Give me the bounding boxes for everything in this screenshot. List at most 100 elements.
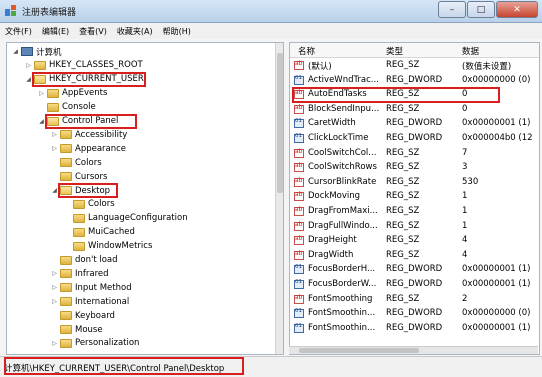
value-row[interactable]: CursorBlinkRate REG_SZ 530 — [290, 176, 539, 190]
tree-node[interactable]: ▷ Accessibility — [50, 128, 127, 141]
expand-arrow-icon[interactable]: ▷ — [50, 340, 59, 347]
binary-value-icon — [294, 118, 304, 129]
menu-file[interactable]: 文件(F) — [0, 26, 37, 37]
tree-node-label: LanguageConfiguration — [88, 213, 188, 224]
string-value-icon — [294, 206, 304, 216]
expand-arrow-icon[interactable]: ▷ — [24, 62, 33, 69]
tree-node[interactable]: Keyboard — [50, 309, 115, 322]
value-row[interactable]: ClickLockTime REG_DWORD 0x000004b0 (12 — [290, 132, 539, 146]
value-row[interactable]: DockMoving REG_SZ 1 — [290, 190, 539, 204]
value-data: 0x00000001 (1) — [462, 264, 531, 275]
value-row[interactable]: CoolSwitchRows REG_SZ 3 — [290, 161, 539, 175]
minimize-button[interactable]: – — [438, 1, 466, 18]
value-data: (数值未设置) — [462, 62, 512, 72]
value-row[interactable]: DragWidth REG_SZ 4 — [290, 249, 539, 263]
tree-vertical-scrollbar[interactable] — [275, 43, 283, 354]
tree-node[interactable]: Cursors — [50, 170, 107, 183]
expand-arrow-icon[interactable]: ▷ — [50, 284, 59, 291]
folder-icon — [60, 311, 72, 321]
tree-node[interactable]: WindowMetrics — [63, 240, 152, 253]
expand-arrow-icon[interactable]: ▷ — [50, 131, 59, 138]
computer-icon — [21, 47, 33, 56]
tree-node[interactable]: Colors — [63, 198, 115, 211]
menu-edit[interactable]: 编辑(E) — [37, 26, 74, 37]
values-scroll-thumb[interactable] — [299, 348, 419, 353]
value-name: DragHeight — [308, 235, 357, 246]
folder-icon — [73, 199, 85, 209]
tree-node[interactable]: don't load — [50, 254, 118, 267]
value-data: 0x00000001 (1) — [462, 279, 531, 289]
value-row[interactable]: (默认) REG_SZ (数值未设置) — [290, 59, 539, 73]
expand-arrow-icon[interactable]: ▷ — [50, 145, 59, 152]
close-button[interactable]: ✕ — [496, 1, 538, 18]
value-row[interactable]: DragFullWindo... REG_SZ 1 — [290, 220, 539, 234]
value-row[interactable]: CaretWidth REG_DWORD 0x00000001 (1) — [290, 117, 539, 131]
value-row[interactable]: CoolSwitchCol... REG_SZ 7 — [290, 147, 539, 161]
tree-node[interactable]: ◢ 计算机 — [11, 45, 62, 58]
values-horizontal-scrollbar[interactable] — [289, 346, 538, 354]
tree-node[interactable]: Mouse — [50, 323, 103, 336]
value-row[interactable]: ActiveWndTrac... REG_DWORD 0x00000000 (0) — [290, 74, 539, 88]
expand-arrow-icon[interactable]: ▷ — [50, 270, 59, 277]
binary-value-icon — [294, 264, 304, 275]
registry-key-tree[interactable]: ◢ 计算机 ▷ HKEY_CLASSES_ROOT ◢ HKEY_CURRENT_USER… — [6, 42, 284, 355]
folder-icon — [60, 325, 72, 334]
value-row[interactable]: AutoEndTasks REG_SZ 0 — [290, 88, 539, 102]
tree-node[interactable]: ◢ Desktop — [50, 184, 110, 197]
folder-icon — [60, 338, 72, 348]
tree-node[interactable]: LanguageConfiguration — [63, 212, 188, 225]
value-row[interactable]: DragHeight REG_SZ 4 — [290, 234, 539, 248]
value-row[interactable]: DragFromMaxi... REG_SZ 1 — [290, 205, 539, 219]
value-data: 530 — [462, 176, 479, 187]
tree-node[interactable]: MuiCached — [63, 226, 135, 239]
tree-node[interactable]: ▷ Input Method — [50, 281, 131, 294]
menu-favorites[interactable]: 收藏夹(A) — [112, 26, 158, 37]
tree-node[interactable]: Colors — [50, 156, 102, 169]
menu-help[interactable]: 帮助(H) — [158, 26, 196, 37]
maximize-button[interactable]: □ — [467, 1, 495, 18]
tree-node[interactable]: ◢ HKEY_CURRENT_USER — [24, 73, 144, 86]
value-type: REG_SZ — [386, 176, 420, 187]
value-row[interactable]: FontSmoothin... REG_DWORD 0x00000000 (0) — [290, 307, 539, 321]
tree-node[interactable]: Console — [37, 101, 96, 114]
expand-arrow-icon[interactable]: ▷ — [37, 90, 46, 97]
value-name: DragFromMaxi... — [308, 206, 378, 216]
column-header-data[interactable]: 数据 — [462, 45, 479, 57]
tree-scroll-thumb[interactable] — [277, 53, 283, 193]
title-bar[interactable]: 注册表编辑器 – □ ✕ — [0, 0, 542, 23]
value-row[interactable]: BlockSendInpu... REG_SZ 0 — [290, 103, 539, 117]
menu-bar: 文件(F) 编辑(E) 查看(V) 收藏夹(A) 帮助(H) — [0, 23, 542, 39]
expand-arrow-icon[interactable]: ◢ — [37, 118, 46, 125]
binary-value-icon — [294, 323, 304, 333]
folder-icon — [60, 186, 72, 195]
registry-values-list[interactable]: 名称 类型 数据 (默认) REG_SZ (数值未设置) ActiveWndTrac.… — [289, 42, 540, 355]
tree-node[interactable]: ◢ Control Panel — [37, 115, 118, 128]
menu-view[interactable]: 查看(V) — [74, 26, 112, 37]
value-data: 0 — [462, 103, 468, 114]
column-header-name[interactable]: 名称 — [298, 45, 315, 57]
value-name: CursorBlinkRate — [308, 176, 377, 187]
value-row[interactable]: FontSmoothin... REG_DWORD 0x00000001 (1) — [290, 322, 539, 336]
expand-arrow-icon[interactable]: ◢ — [50, 187, 59, 194]
value-row[interactable]: FontSmoothing REG_SZ 2 — [290, 293, 539, 307]
tree-node[interactable]: ▷ International — [50, 295, 129, 308]
binary-value-icon — [294, 308, 304, 319]
column-header-type[interactable]: 类型 — [386, 45, 403, 57]
expand-arrow-icon[interactable]: ◢ — [24, 76, 33, 83]
tree-node[interactable]: ▷ HKEY_CLASSES_ROOT — [24, 59, 143, 72]
value-data: 2 — [462, 293, 468, 304]
string-value-icon — [294, 294, 304, 304]
tree-node-label: Infrared — [75, 268, 109, 279]
string-value-icon — [294, 60, 304, 70]
expand-arrow-icon[interactable]: ▷ — [50, 298, 59, 305]
tree-node[interactable]: ▷ Infrared — [50, 267, 109, 280]
tree-node[interactable]: ▷ AppEvents — [37, 87, 107, 100]
value-data: 4 — [462, 249, 468, 260]
tree-node[interactable]: ▷ Personalization — [50, 337, 139, 350]
value-row[interactable]: FocusBorderH... REG_DWORD 0x00000001 (1) — [290, 263, 539, 277]
tree-node[interactable]: ▷ Appearance — [50, 142, 126, 155]
value-row[interactable]: FocusBorderW... REG_DWORD 0x00000001 (1) — [290, 278, 539, 292]
tree-node-label: Colors — [75, 157, 102, 168]
tree-node-label: don't load — [75, 255, 118, 265]
expand-arrow-icon[interactable]: ◢ — [11, 48, 20, 55]
